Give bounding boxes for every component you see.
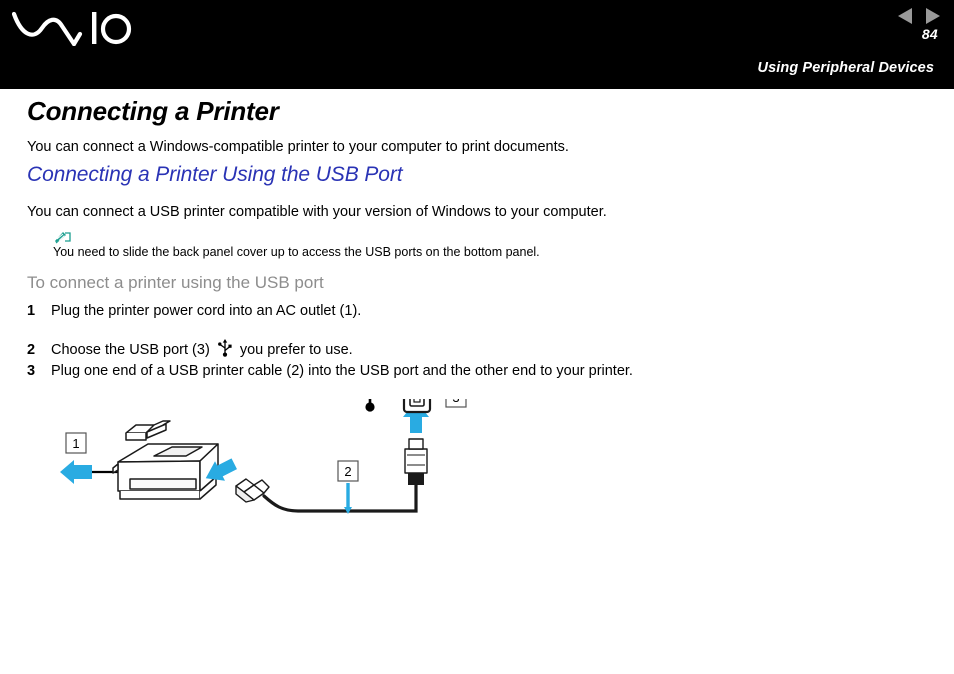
callout-box-3: 3 xyxy=(445,386,467,408)
step-item: 2 Choose the USB port (3) you prefer to u… xyxy=(27,339,353,358)
step-number: 3 xyxy=(27,363,36,379)
printer-illustration xyxy=(112,420,219,500)
step-item: 1 Plug the printer power cord into an AC … xyxy=(27,303,361,319)
page-header: 84 Using Peripheral Devices xyxy=(0,0,954,89)
next-page-arrow-icon[interactable] xyxy=(926,8,940,24)
step-item: 3 Plug one end of a USB printer cable (2)… xyxy=(27,363,633,379)
svg-text:3: 3 xyxy=(452,399,459,405)
callout-box-1: 1 xyxy=(65,432,87,454)
usb-trident-icon xyxy=(217,339,233,357)
page-content: Connecting a Printer You can connect a W… xyxy=(0,89,954,674)
note-text: You need to slide the back panel cover u… xyxy=(53,245,540,259)
note-pencil-icon xyxy=(54,229,78,245)
intro-paragraph: You can connect a Windows-compatible pri… xyxy=(27,139,569,155)
usb-trident-symbol-icon xyxy=(354,369,386,412)
svg-text:1: 1 xyxy=(72,436,79,451)
step-text-continued: you prefer to use. xyxy=(235,342,353,358)
page-navigation[interactable] xyxy=(898,8,940,24)
step-text: Choose the USB port (3) xyxy=(51,342,214,358)
power-cord-arrow-icon xyxy=(60,460,92,484)
section-heading: Connecting a Printer Using the USB Port xyxy=(27,163,403,186)
step-text: Plug the printer power cord into an AC o… xyxy=(51,303,362,319)
step-text: Plug one end of a USB printer cable (2) … xyxy=(51,363,633,379)
page-title: Connecting a Printer xyxy=(27,96,279,126)
step-number: 1 xyxy=(27,303,36,319)
svg-text:2: 2 xyxy=(344,464,351,479)
section-title: Using Peripheral Devices xyxy=(757,60,934,76)
printer-connection-diagram: 1 2 xyxy=(50,369,480,539)
previous-page-arrow-icon[interactable] xyxy=(898,8,912,24)
callout-box-2: 2 xyxy=(337,460,359,514)
step-number: 2 xyxy=(27,342,36,358)
usb-plug-printer-end xyxy=(235,478,270,503)
usb-plug-port-end xyxy=(404,438,428,485)
vaio-logo xyxy=(11,6,132,48)
section-paragraph: You can connect a USB printer compatible… xyxy=(27,204,607,220)
page-number: 84 xyxy=(921,26,938,42)
usb-port-receptacle xyxy=(402,370,432,414)
procedure-heading: To connect a printer using the USB port xyxy=(27,273,324,292)
